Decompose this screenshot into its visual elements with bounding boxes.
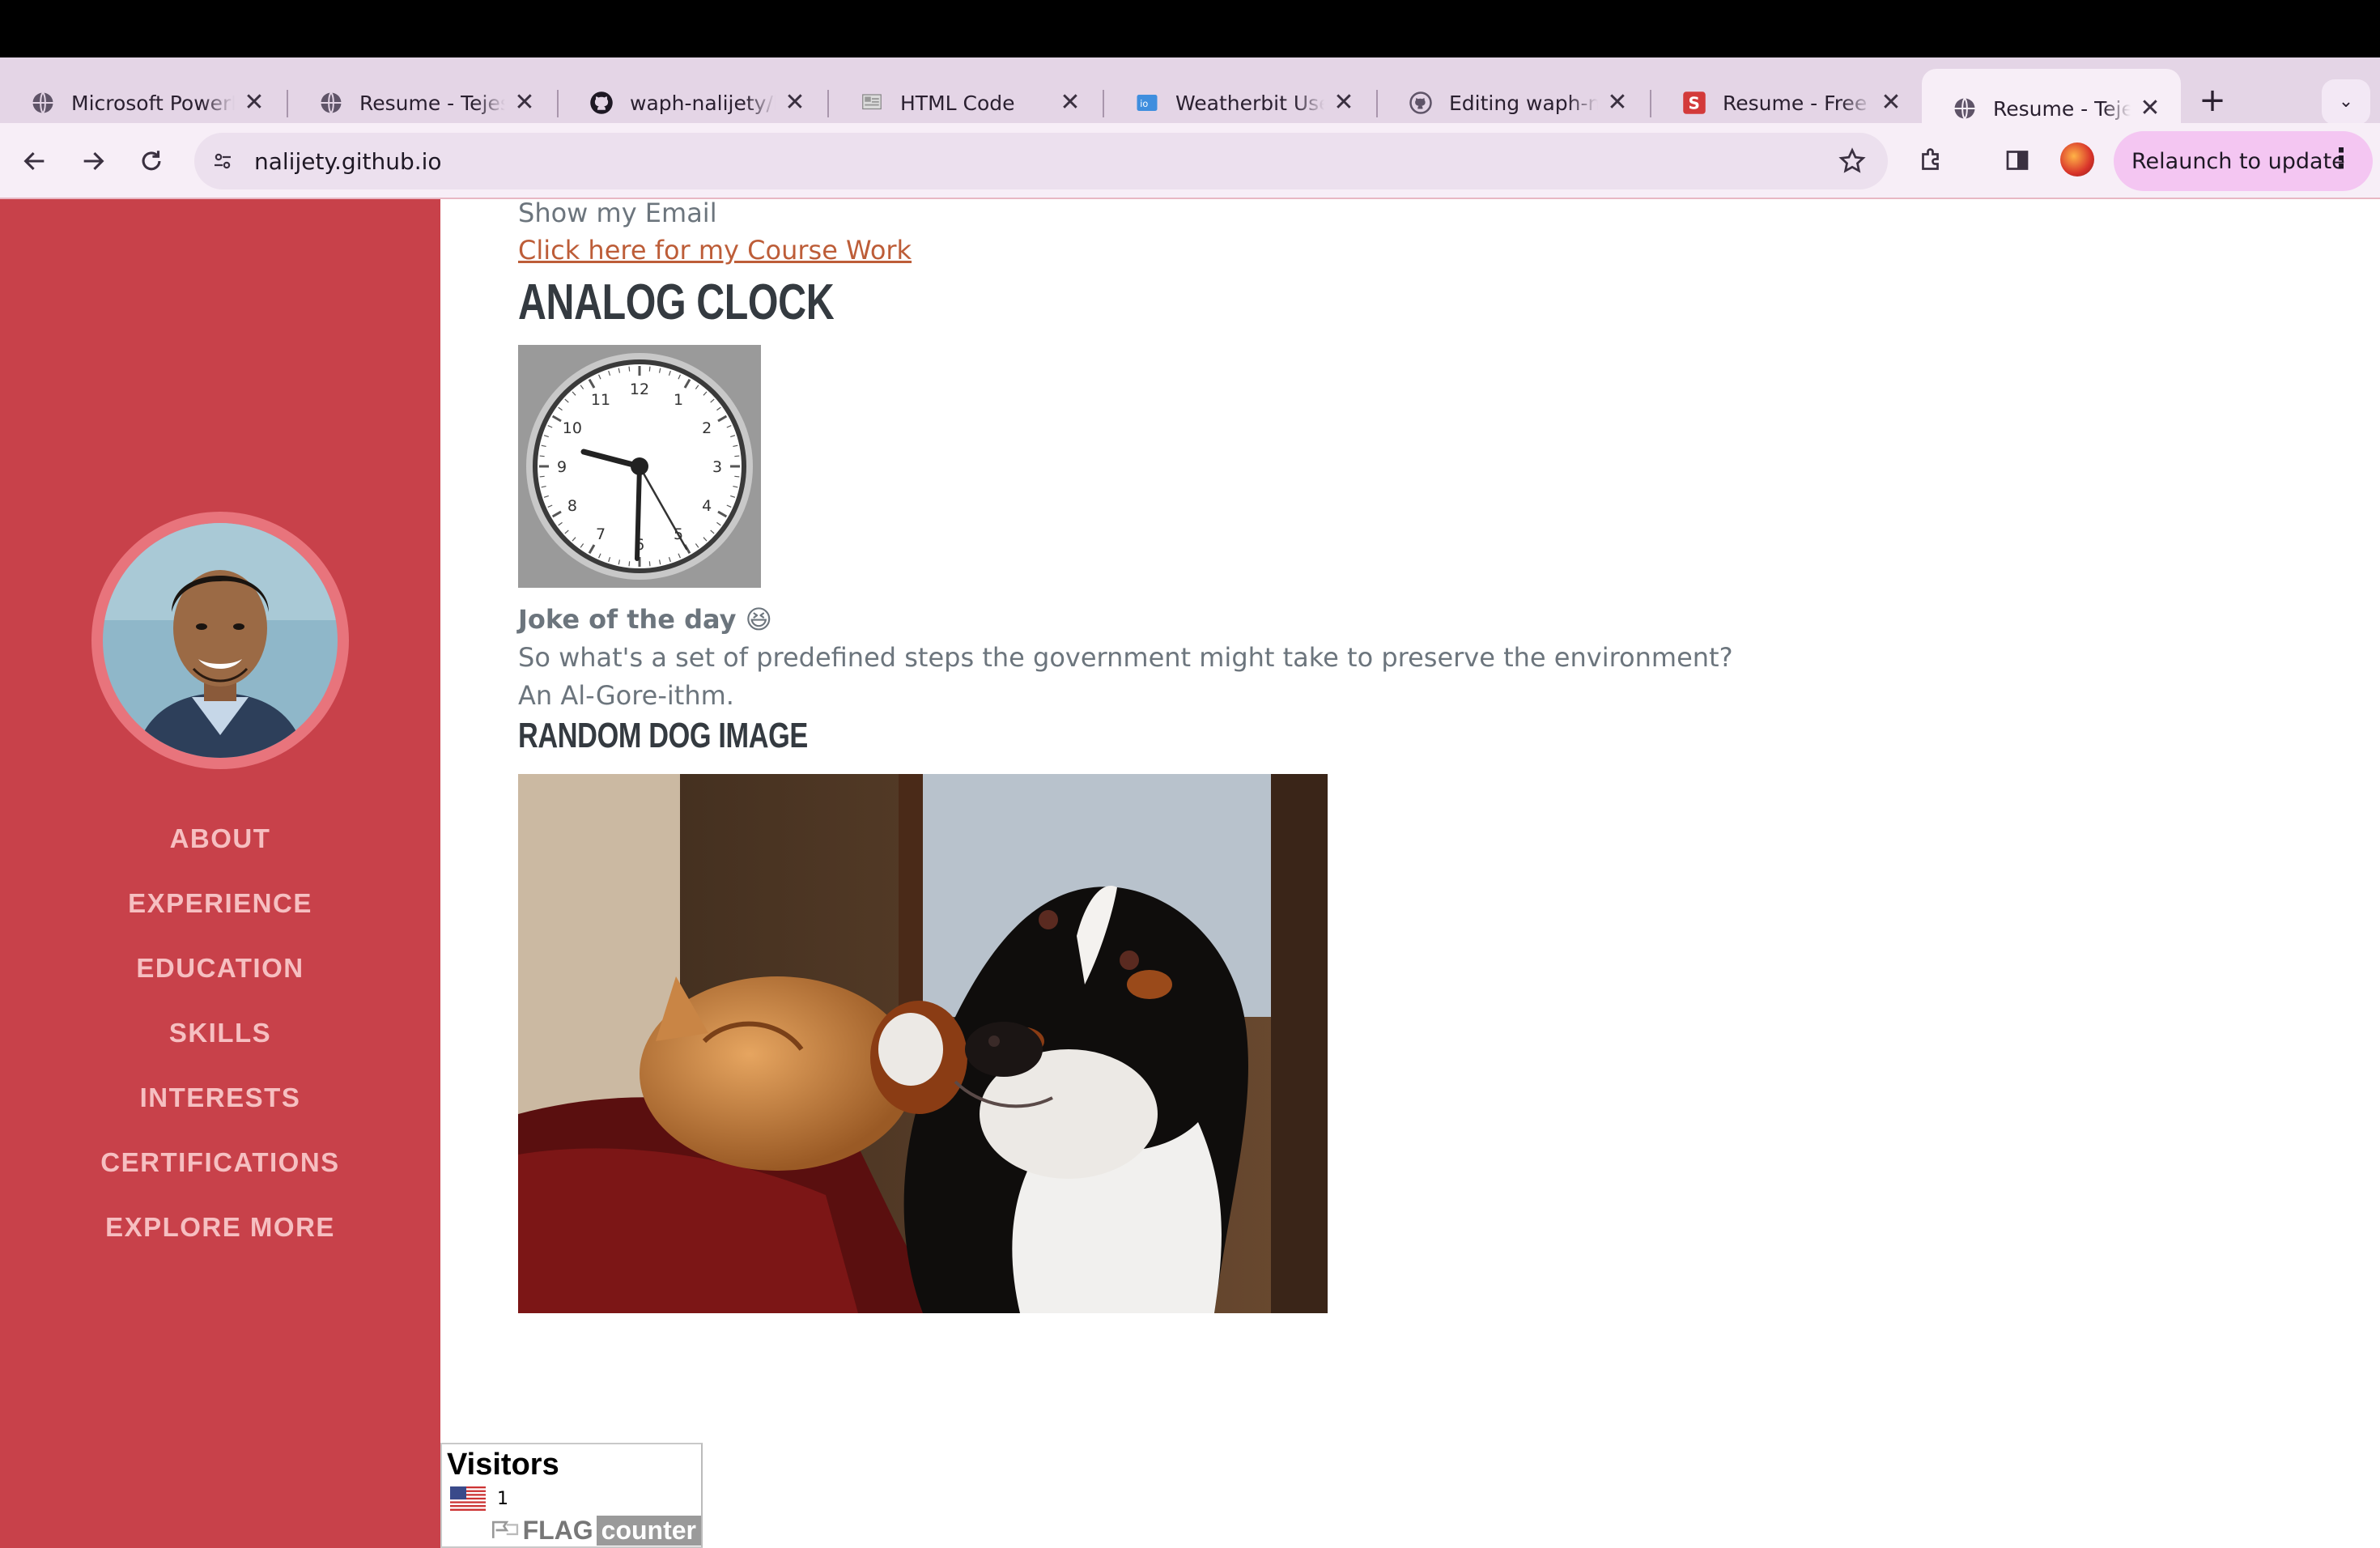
url-text[interactable]: nalijety.github.io xyxy=(254,148,442,175)
window-top-bar xyxy=(0,0,2380,57)
course-work-link[interactable]: Click here for my Course Work xyxy=(518,235,912,266)
clock-number: 7 xyxy=(596,525,606,543)
show-email-text[interactable]: Show my Email xyxy=(518,199,717,227)
visitors-title: Visitors xyxy=(447,1448,559,1482)
tab-strip: Microsoft PowerPoint ✕ Resume - Tejeswar… xyxy=(0,57,2380,198)
side-panel-button[interactable] xyxy=(1996,139,2038,181)
nav-item-experience[interactable]: EXPERIENCE xyxy=(0,871,440,936)
nav-item-explore-more[interactable]: EXPLORE MORE xyxy=(0,1195,440,1260)
back-button[interactable] xyxy=(11,138,58,185)
tab-title: Editing waph-nalijety xyxy=(1449,91,1598,115)
main-content: Show my Email Click here for my Course W… xyxy=(518,199,2364,1548)
new-tab-button[interactable]: + xyxy=(2190,79,2235,125)
flag-counter-brand-counter: counter xyxy=(596,1515,701,1546)
close-icon[interactable]: ✕ xyxy=(1332,91,1355,115)
svg-text:S: S xyxy=(1689,94,1700,113)
tab-title: Resume - Free Resume xyxy=(1723,91,1872,115)
extensions-button[interactable] xyxy=(1910,139,1953,181)
tab-title: Microsoft PowerPoint xyxy=(71,91,235,115)
close-icon[interactable]: ✕ xyxy=(784,91,806,115)
us-flag-icon xyxy=(450,1486,486,1511)
clock-number: 2 xyxy=(702,419,712,437)
clock-number: 12 xyxy=(630,381,649,398)
analog-clock-heading: ANALOG CLOCK xyxy=(518,274,835,330)
sidebar: ABOUT EXPERIENCE EDUCATION SKILLS INTERE… xyxy=(0,199,440,1548)
visitor-count: 1 xyxy=(497,1488,508,1509)
address-bar[interactable]: nalijety.github.io xyxy=(194,133,1888,189)
globe-icon xyxy=(319,91,343,115)
clock-number: 11 xyxy=(591,391,610,409)
minute-hand xyxy=(635,464,642,561)
clock-tick xyxy=(539,455,545,457)
sidebar-nav: ABOUT EXPERIENCE EDUCATION SKILLS INTERE… xyxy=(0,806,440,1260)
reload-icon xyxy=(142,151,161,171)
clock-tick xyxy=(648,561,651,567)
weatherbit-icon: io xyxy=(1135,91,1159,115)
github-icon xyxy=(589,91,614,115)
close-icon[interactable]: ✕ xyxy=(1059,91,1082,115)
visitor-row: 1 xyxy=(450,1486,508,1511)
clock-tick xyxy=(734,475,740,478)
flag-counter-widget[interactable]: Visitors 1 FLAG counter xyxy=(440,1443,703,1548)
clock-tick xyxy=(628,366,631,372)
side-panel-icon xyxy=(2006,151,2029,170)
joke-question: So what's a set of predefined steps the … xyxy=(518,642,1733,673)
clock-tick xyxy=(734,455,740,457)
relaunch-label: Relaunch to update xyxy=(2131,148,2345,174)
profile-photo xyxy=(103,523,338,758)
globe-icon xyxy=(1953,96,1977,121)
analog-clock: 121234567891011 xyxy=(518,345,761,588)
tab-search-button[interactable]: ⌄ xyxy=(2322,79,2370,125)
clock-number: 10 xyxy=(563,419,582,437)
tab-title: Resume - Tejeswar xyxy=(359,91,505,115)
svg-text:io: io xyxy=(1140,99,1148,109)
forward-button[interactable] xyxy=(70,138,117,185)
s-logo-icon: S xyxy=(1682,91,1706,115)
puzzle-icon xyxy=(1922,148,1939,170)
close-icon[interactable]: ✕ xyxy=(1606,91,1629,115)
globe-icon xyxy=(31,91,55,115)
tab-title: waph-nalijety/lab xyxy=(630,91,776,115)
arrow-right-icon xyxy=(83,151,104,171)
site-info-icon[interactable] xyxy=(202,141,243,181)
clock-tick xyxy=(539,475,545,478)
arrow-left-icon xyxy=(23,151,45,171)
close-icon[interactable]: ✕ xyxy=(1880,91,1902,115)
profile-photo-frame xyxy=(91,512,349,769)
nav-item-certifications[interactable]: CERTIFICATIONS xyxy=(0,1130,440,1195)
tab-title: Weatherbit User xyxy=(1175,91,1324,115)
nav-item-interests[interactable]: INTERESTS xyxy=(0,1065,440,1130)
web-page: ABOUT EXPERIENCE EDUCATION SKILLS INTERE… xyxy=(0,199,2380,1548)
joke-answer: An Al-Gore-ithm. xyxy=(518,680,734,711)
more-menu-icon[interactable]: ⋮ xyxy=(2327,142,2355,175)
flag-counter-logo-icon xyxy=(491,1520,519,1538)
clock-number: 3 xyxy=(712,458,722,476)
close-icon[interactable]: ✕ xyxy=(243,91,266,115)
bookmark-star-icon[interactable] xyxy=(1838,147,1867,176)
random-dog-image xyxy=(518,774,1328,1313)
flag-counter-logo: FLAG counter xyxy=(491,1514,701,1546)
profile-avatar[interactable] xyxy=(2060,142,2094,176)
joke-title: Joke of the day 😆 xyxy=(518,604,772,635)
tab-title: HTML Code xyxy=(900,91,1015,115)
clock-number: 1 xyxy=(674,391,683,409)
tab-title: Resume - Tejeswar xyxy=(1993,96,2131,121)
random-dog-heading: RANDOM DOG IMAGE xyxy=(518,716,808,755)
clock-tick xyxy=(628,561,631,567)
close-icon[interactable]: ✕ xyxy=(2139,96,2161,121)
clock-number: 9 xyxy=(557,458,567,476)
close-icon[interactable]: ✕ xyxy=(513,91,536,115)
github-icon xyxy=(1409,91,1433,115)
flag-counter-brand-flag: FLAG xyxy=(522,1515,593,1545)
clock-number: 4 xyxy=(702,497,712,515)
reload-button[interactable] xyxy=(128,138,175,185)
browser-toolbar: nalijety.github.io Relaunch to update ⋮ xyxy=(0,123,2380,198)
clock-tick xyxy=(648,366,651,372)
nav-item-education[interactable]: EDUCATION xyxy=(0,936,440,1001)
nav-item-skills[interactable]: SKILLS xyxy=(0,1001,440,1065)
clock-number: 8 xyxy=(567,497,577,515)
relaunch-button[interactable]: Relaunch to update ⋮ xyxy=(2114,131,2373,191)
nav-item-about[interactable]: ABOUT xyxy=(0,806,440,871)
flag-counter-icon xyxy=(860,91,884,115)
